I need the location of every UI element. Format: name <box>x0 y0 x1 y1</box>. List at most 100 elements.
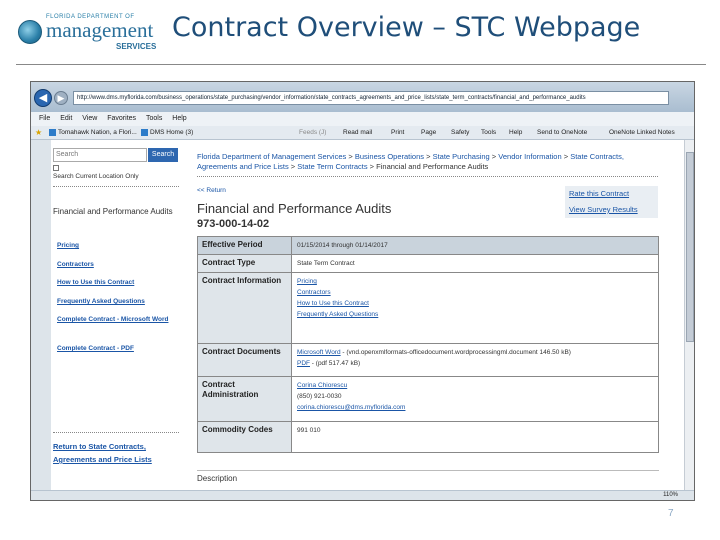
browser-viewport: Search Search Search Current Location On… <box>31 140 694 490</box>
menu-edit[interactable]: Edit <box>60 112 72 126</box>
slide-number: 7 <box>668 508 674 519</box>
forward-arrow-icon[interactable]: ▶ <box>54 91 68 105</box>
breadcrumb-current: Financial and Performance Audits <box>376 162 489 171</box>
sidebar-divider-2 <box>53 432 179 433</box>
admin-name-link[interactable]: Corina Chiorescu <box>297 380 653 391</box>
read-mail-button[interactable]: Read mail <box>343 126 372 140</box>
breadcrumb-divider <box>197 176 658 177</box>
feeds-button[interactable]: Feeds (J) <box>299 126 326 140</box>
send-to-onenote-button[interactable]: Send to OneNote <box>537 126 587 140</box>
breadcrumb-item[interactable]: Florida Department of Management Service… <box>197 152 346 161</box>
contract-documents-label: Contract Documents <box>198 344 292 376</box>
menu-help[interactable]: Help <box>172 112 186 126</box>
contract-information-label: Contract Information <box>198 273 292 343</box>
search-button[interactable]: Search <box>148 148 178 162</box>
breadcrumb-item[interactable]: Vendor Information <box>498 152 561 161</box>
rating-box: Rate this Contract View Survey Results <box>565 186 658 218</box>
contract-number: 973-000-14-02 <box>197 218 270 230</box>
table-row: Contract Administration Corina Chiorescu… <box>198 377 658 422</box>
breadcrumb-item[interactable]: Business Operations <box>355 152 424 161</box>
search-location-label: Search Current Location Only <box>53 173 139 180</box>
address-bar-area: ◀ ▶ http://www.dms.myflorida.com/busines… <box>31 82 694 112</box>
table-row: Contract Type State Term Contract <box>198 255 658 273</box>
doc-word-link[interactable]: Microsoft Word <box>297 349 341 356</box>
return-to-state-contracts-link[interactable]: Return to State Contracts, Agreements an… <box>53 440 179 466</box>
commodity-codes-label: Commodity Codes <box>198 422 292 452</box>
web-page: Search Search Search Current Location On… <box>51 140 686 490</box>
sidebar-link-contract-word[interactable]: Complete Contract - Microsoft Word <box>57 315 177 324</box>
sidebar-link-faq[interactable]: Frequently Asked Questions <box>57 297 177 306</box>
dms-globe-icon <box>18 20 42 44</box>
url-field[interactable]: http://www.dms.myflorida.com/business_op… <box>73 91 669 105</box>
status-bar: 110% <box>31 490 694 500</box>
effective-period-value: 01/15/2014 through 01/14/2017 <box>292 237 658 254</box>
tab-dms-home[interactable]: DMS Home (3) <box>141 126 193 140</box>
rate-contract-link[interactable]: Rate this Contract <box>569 189 629 198</box>
onenote-linked-notes-button[interactable]: OneNote Linked Notes <box>609 126 675 140</box>
contract-type-label: Contract Type <box>198 255 292 272</box>
back-arrow-icon[interactable]: ◀ <box>34 89 52 107</box>
slide-divider <box>16 64 706 65</box>
sidebar-divider <box>53 186 179 187</box>
menu-bar: File Edit View Favorites Tools Help <box>31 112 694 126</box>
logo-main-text: management <box>46 18 154 42</box>
description-divider <box>197 470 659 471</box>
contract-administration-value: Corina Chiorescu (850) 921-0030 corina.c… <box>292 377 658 421</box>
page-title: Financial and Performance Audits <box>197 201 392 216</box>
browser-screenshot: ◀ ▶ http://www.dms.myflorida.com/busines… <box>30 81 695 501</box>
view-survey-results-link[interactable]: View Survey Results <box>569 205 638 214</box>
contract-administration-label: Contract Administration <box>198 377 292 421</box>
admin-email-link[interactable]: corina.chiorescu@dms.myflorida.com <box>297 402 653 413</box>
tab-tomahawk[interactable]: Tomahawk Nation, a Flori... <box>49 126 137 140</box>
table-row: Contract Documents Microsoft Word - (vnd… <box>198 344 658 377</box>
page-icon <box>141 128 148 136</box>
contract-type-value: State Term Contract <box>292 255 658 272</box>
safety-menu-button[interactable]: Safety <box>451 126 469 140</box>
effective-period-label: Effective Period <box>198 237 292 254</box>
scrollbar-thumb[interactable] <box>686 152 694 342</box>
print-button[interactable]: Print <box>391 126 404 140</box>
menu-file[interactable]: File <box>39 112 50 126</box>
contract-information-links: Pricing Contractors How to Use this Cont… <box>292 273 658 343</box>
page-icon <box>49 128 56 136</box>
info-link-faq[interactable]: Frequently Asked Questions <box>297 309 653 320</box>
search-location-checkbox[interactable] <box>53 165 59 171</box>
doc-pdf-link[interactable]: PDF <box>297 360 310 367</box>
return-link[interactable]: << Return <box>197 187 226 194</box>
contract-documents-value: Microsoft Word - (vnd.openxmlformats-off… <box>292 344 658 376</box>
contract-info-table: Effective Period 01/15/2014 through 01/1… <box>197 236 659 453</box>
menu-tools[interactable]: Tools <box>146 112 162 126</box>
search-input[interactable]: Search <box>53 148 147 162</box>
table-row: Commodity Codes 991 010 <box>198 422 658 452</box>
sidebar-link-contract-pdf[interactable]: Complete Contract - PDF <box>57 344 177 353</box>
info-link-how-to-use[interactable]: How to Use this Contract <box>297 298 653 309</box>
breadcrumb-item[interactable]: State Term Contracts <box>297 162 367 171</box>
info-link-contractors[interactable]: Contractors <box>297 287 653 298</box>
sidebar-link-how-to-use[interactable]: How to Use this Contract <box>57 278 177 287</box>
doc-word-meta: - (vnd.openxmlformats-officedocument.wor… <box>340 349 571 356</box>
table-row: Contract Information Pricing Contractors… <box>198 273 658 344</box>
commodity-codes-value: 991 010 <box>292 422 658 452</box>
breadcrumb-item[interactable]: State Purchasing <box>433 152 490 161</box>
slide-title: Contract Overview – STC Webpage <box>172 12 641 43</box>
favorites-star-icon[interactable]: ★ <box>35 126 42 141</box>
doc-pdf-meta: - (pdf 517.47 kB) <box>310 360 361 367</box>
sidebar-heading: Financial and Performance Audits <box>53 207 173 216</box>
menu-favorites[interactable]: Favorites <box>107 112 136 126</box>
description-heading: Description <box>197 474 238 483</box>
table-row: Effective Period 01/15/2014 through 01/1… <box>198 237 658 255</box>
menu-view[interactable]: View <box>82 112 97 126</box>
page-menu-button[interactable]: Page <box>421 126 436 140</box>
help-menu-button[interactable]: Help <box>509 126 522 140</box>
vertical-scrollbar[interactable] <box>684 140 694 490</box>
zoom-level[interactable]: 110% <box>663 492 678 498</box>
dms-logo: FLORIDA DEPARTMENT OF management SERVICE… <box>16 14 157 51</box>
sidebar-link-contractors[interactable]: Contractors <box>57 260 177 269</box>
favorites-bar: ★ Tomahawk Nation, a Flori... DMS Home (… <box>31 126 694 141</box>
sidebar-link-pricing[interactable]: Pricing <box>57 241 177 250</box>
info-link-pricing[interactable]: Pricing <box>297 276 653 287</box>
logo-sub-text: SERVICES <box>116 42 157 51</box>
tools-menu-button[interactable]: Tools <box>481 126 496 140</box>
breadcrumb: Florida Department of Management Service… <box>197 152 624 171</box>
admin-phone: (850) 921-0030 <box>297 393 342 400</box>
